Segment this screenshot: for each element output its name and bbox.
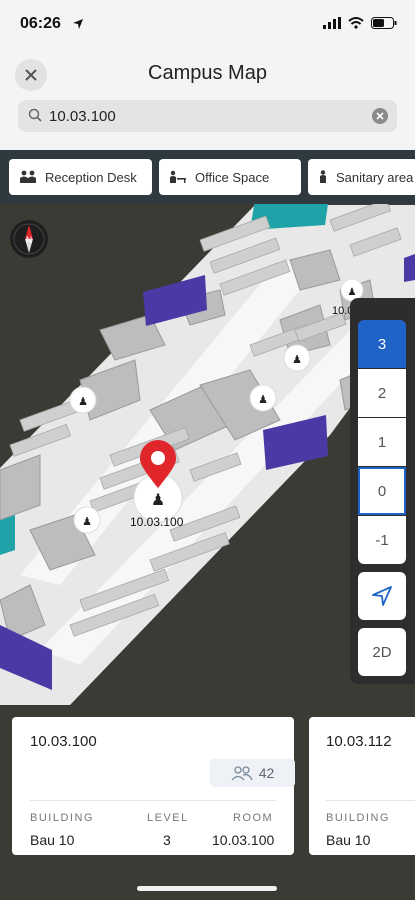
header: Campus Map 10.03.100 bbox=[0, 50, 415, 150]
floor-button-1[interactable]: 1 bbox=[358, 418, 406, 466]
floor-button-3[interactable]: 3 bbox=[358, 320, 406, 368]
floor-button-0[interactable]: 0 bbox=[358, 467, 406, 515]
status-bar: 06:26 bbox=[0, 0, 415, 50]
selected-room-label: 10.03.100 bbox=[130, 515, 184, 529]
filter-chip-office-space[interactable]: Office Space bbox=[159, 159, 301, 195]
search-value: 10.03.100 bbox=[49, 108, 116, 125]
signal-icon bbox=[323, 17, 341, 29]
wifi-icon bbox=[348, 17, 364, 29]
divider bbox=[30, 800, 276, 801]
building-label: BUILDING bbox=[30, 812, 94, 824]
compass-button[interactable]: N bbox=[10, 220, 48, 258]
glass-wall bbox=[0, 515, 15, 555]
building-value: Bau 10 bbox=[326, 832, 371, 848]
floor-button-2[interactable]: 2 bbox=[358, 369, 406, 417]
filter-chip-label: Reception Desk bbox=[45, 169, 137, 185]
room-card[interactable]: 10.03.112 BUILDING Bau 10 bbox=[309, 717, 415, 855]
navigation-arrow-icon bbox=[372, 586, 392, 606]
stair-core bbox=[404, 254, 415, 282]
battery-icon bbox=[371, 17, 397, 29]
location-arrow-icon bbox=[73, 19, 83, 29]
filter-chip-reception-desk[interactable]: Reception Desk bbox=[9, 159, 152, 195]
poi-marker: ♟ bbox=[283, 344, 311, 372]
clear-icon bbox=[376, 112, 384, 120]
room-card-title: 10.03.100 bbox=[30, 733, 97, 750]
person-icon bbox=[320, 170, 326, 183]
floor-selector: 3 2 1 0 -1 2D bbox=[350, 298, 415, 684]
svg-text:♟: ♟ bbox=[151, 490, 165, 509]
status-time: 06:26 bbox=[20, 15, 61, 32]
svg-text:♟: ♟ bbox=[348, 287, 357, 298]
filter-chip-sanitary-area[interactable]: Sanitary area bbox=[308, 159, 415, 195]
building-value: Bau 10 bbox=[30, 832, 75, 848]
capacity-badge: 42 bbox=[210, 759, 295, 787]
svg-text:♟: ♟ bbox=[258, 393, 268, 406]
view-mode-toggle[interactable]: 2D bbox=[358, 628, 406, 676]
search-input[interactable]: 10.03.100 bbox=[18, 100, 397, 132]
poi-marker: ♟ bbox=[69, 386, 97, 414]
floor-button-minus-1[interactable]: -1 bbox=[358, 516, 406, 564]
filter-chip-label: Office Space bbox=[195, 169, 270, 185]
desk-person-icon bbox=[170, 170, 186, 183]
divider bbox=[326, 800, 415, 801]
search-icon bbox=[28, 108, 42, 127]
results-sheet: 10.03.100 42 BUILDING Bau 10 LEVEL 3 ROO… bbox=[0, 705, 415, 900]
level-label: LEVEL bbox=[147, 812, 189, 824]
compass-icon: N bbox=[13, 223, 45, 255]
poi-marker: ♟ bbox=[249, 384, 277, 412]
people-icon bbox=[20, 170, 36, 183]
clear-search-button[interactable] bbox=[372, 108, 388, 124]
room-card-title: 10.03.112 bbox=[326, 733, 392, 750]
room-value: 10.03.100 bbox=[212, 832, 275, 848]
svg-text:♟: ♟ bbox=[292, 353, 302, 366]
svg-text:♟: ♟ bbox=[78, 395, 88, 408]
svg-text:♟: ♟ bbox=[82, 515, 92, 528]
home-indicator[interactable] bbox=[137, 886, 277, 891]
room-card[interactable]: 10.03.100 42 BUILDING Bau 10 LEVEL 3 ROO… bbox=[12, 717, 295, 855]
poi-marker: ♟ bbox=[73, 506, 101, 534]
capacity-value: 42 bbox=[258, 765, 275, 781]
level-value: 3 bbox=[163, 832, 171, 848]
filter-chip-label: Sanitary area bbox=[336, 169, 414, 185]
building-label: BUILDING bbox=[326, 812, 390, 824]
svg-text:N: N bbox=[26, 236, 33, 246]
locate-me-button[interactable] bbox=[358, 572, 406, 620]
room-label: ROOM bbox=[233, 812, 274, 824]
filter-bar: Reception Desk Office Space Sanitary are… bbox=[0, 150, 415, 204]
people-outline-icon bbox=[231, 766, 253, 781]
page-title: Campus Map bbox=[148, 62, 267, 84]
